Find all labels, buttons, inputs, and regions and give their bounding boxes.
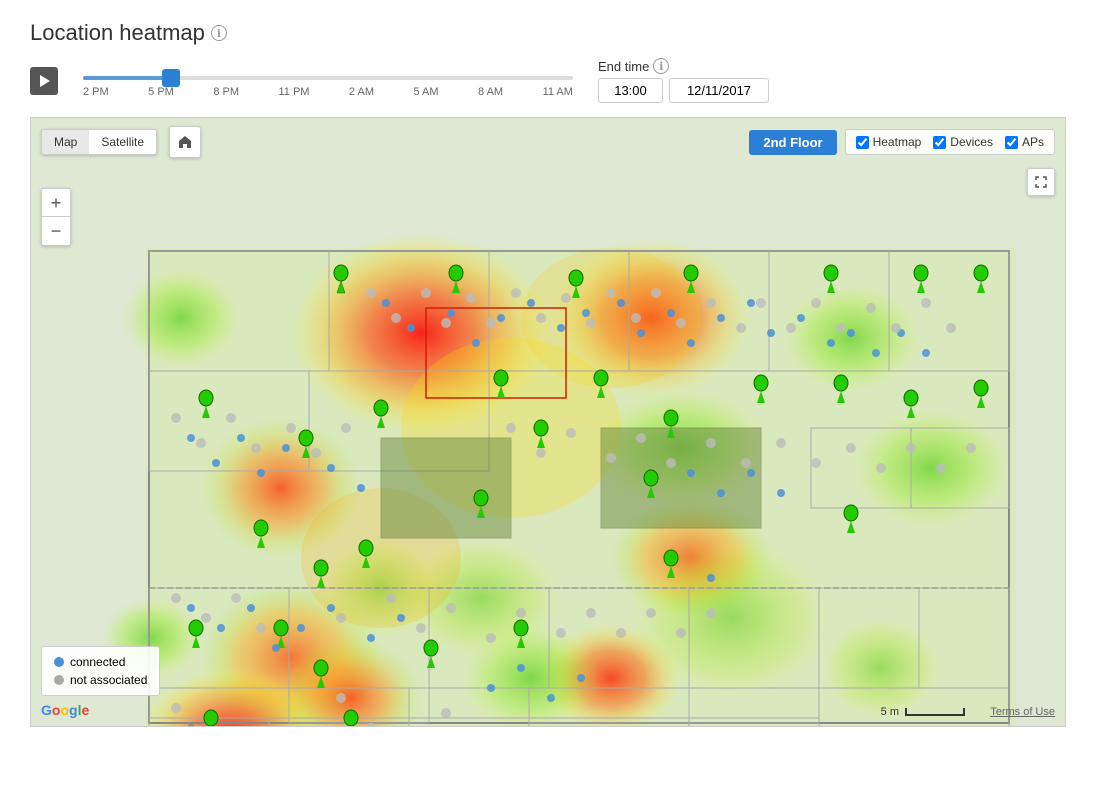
google-logo: Google [41,702,89,718]
floor-badge: 2nd Floor [749,130,836,155]
time-label-8pm: 8 PM [213,86,239,98]
devices-checkbox[interactable] [933,136,946,149]
time-label-11am: 11 AM [543,86,573,98]
page-container: Location heatmap ℹ 2 PM 5 PM 8 PM 11 PM … [0,0,1096,800]
controls-row: 2 PM 5 PM 8 PM 11 PM 2 AM 5 AM 8 AM 11 A… [30,58,1066,103]
time-label-5pm: 5 PM [148,86,174,98]
play-button[interactable] [30,67,58,95]
terms-of-use-link[interactable]: Terms of Use [990,706,1055,718]
map-home-button[interactable] [169,126,201,158]
page-info-icon[interactable]: ℹ [211,25,227,41]
zoom-out-button[interactable]: − [42,217,70,245]
scale-bar: 5 m [881,706,965,718]
slider-fill [83,76,171,80]
map-type-satellite-btn[interactable]: Satellite [89,130,156,154]
heatmap-label: Heatmap [873,135,922,149]
time-label-11pm: 11 PM [278,86,309,98]
time-label-2pm: 2 PM [83,86,109,98]
layer-checkboxes: Heatmap Devices APs [845,129,1055,155]
heatmap-checkbox[interactable] [856,136,869,149]
header-row: Location heatmap ℹ [30,20,1066,46]
zoom-in-button[interactable]: + [42,189,70,217]
page-title: Location heatmap [30,20,205,46]
time-label-2am: 2 AM [349,86,374,98]
end-time-info-icon[interactable]: ℹ [653,58,669,74]
devices-label: Devices [950,135,993,149]
end-time-field[interactable] [598,78,663,103]
connected-dot [54,657,64,667]
slider-labels: 2 PM 5 PM 8 PM 11 PM 2 AM 5 AM 8 AM 11 A… [83,86,573,98]
connected-label: connected [70,655,125,669]
legend-connected: connected [54,655,147,669]
legend-not-associated: not associated [54,673,147,687]
not-associated-dot [54,675,64,685]
end-time-inputs [598,78,769,103]
slider-thumb[interactable] [162,69,180,87]
fullscreen-button[interactable] [1027,168,1055,196]
aps-label: APs [1022,135,1044,149]
scale-bar-graphic [905,708,965,716]
google-logo-text: Google [41,702,89,718]
timeline-slider-container: 2 PM 5 PM 8 PM 11 PM 2 AM 5 AM 8 AM 11 A… [78,64,578,98]
heatmap-svg [31,118,1065,726]
map-container[interactable]: Map Satellite 2nd Floor Heatmap [30,117,1066,727]
map-zoom-controls: + − [41,188,71,246]
scale-label: 5 m [881,706,899,718]
time-label-8am: 8 AM [478,86,503,98]
end-date-field[interactable] [669,78,769,103]
devices-layer-checkbox[interactable]: Devices [933,135,993,149]
end-time-section: End time ℹ [598,58,769,103]
heatmap-layer-checkbox[interactable]: Heatmap [856,135,922,149]
aps-checkbox[interactable] [1005,136,1018,149]
end-time-label: End time ℹ [598,58,769,74]
map-top-left-controls: Map Satellite [41,126,201,158]
aps-layer-checkbox[interactable]: APs [1005,135,1044,149]
map-type-buttons: Map Satellite [41,129,157,155]
slider-track [83,76,573,80]
map-legend: connected not associated [41,646,160,696]
map-top-right-controls: 2nd Floor Heatmap Devices APs [749,129,1055,155]
not-associated-label: not associated [70,673,147,687]
map-type-map-btn[interactable]: Map [42,130,89,154]
time-label-5am: 5 AM [413,86,438,98]
